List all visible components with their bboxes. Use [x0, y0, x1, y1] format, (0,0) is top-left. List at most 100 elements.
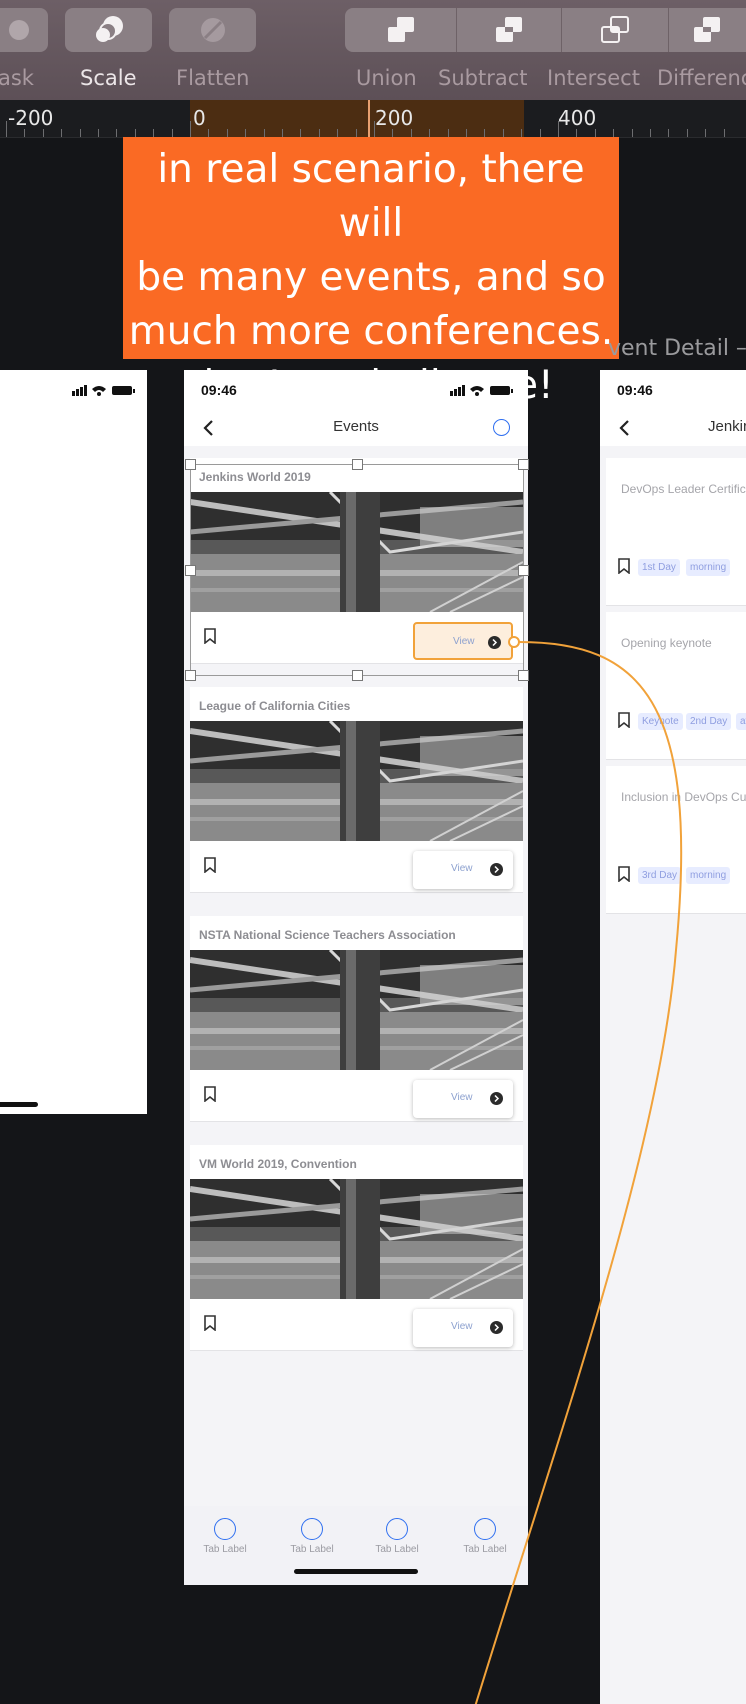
- difference-button[interactable]: [668, 8, 746, 52]
- bookmark-icon[interactable]: [204, 1315, 216, 1332]
- ruler-tick: [245, 129, 247, 137]
- events-artboard[interactable]: 09:46 Events Jenkins World 2019 View Lea…: [184, 370, 528, 1585]
- ruler-label: 400: [558, 106, 597, 130]
- arrow-circle-icon: [488, 636, 501, 649]
- arrow-circle-icon: [490, 863, 503, 876]
- bookmark-button[interactable]: [618, 558, 630, 579]
- event-card[interactable]: NSTA National Science Teachers Associati…: [190, 916, 523, 1122]
- bookmark-icon[interactable]: [618, 558, 630, 575]
- ruler-tick: [134, 129, 136, 137]
- status-bar: 09:46: [184, 370, 528, 410]
- ruler-tick: [24, 129, 26, 137]
- annotation-line: in real scenario, there will: [157, 147, 585, 246]
- bookmark-icon[interactable]: [618, 712, 630, 729]
- bookmark-icon[interactable]: [204, 1086, 216, 1103]
- ruler-tick: [631, 129, 633, 137]
- status-time: 09:46: [201, 382, 237, 398]
- view-button[interactable]: View: [413, 1080, 513, 1118]
- page-title: Jenkir: [708, 418, 746, 435]
- intersect-button[interactable]: [561, 8, 668, 52]
- event-image: [190, 721, 523, 841]
- view-label: View: [451, 1321, 473, 1332]
- ruler-tick: [208, 129, 210, 137]
- scale-button[interactable]: [65, 8, 152, 52]
- ruler-tick: [723, 129, 725, 137]
- tab-circle-icon: [474, 1518, 496, 1540]
- view-button[interactable]: View: [413, 851, 513, 889]
- view-arrow: [490, 1092, 503, 1110]
- view-button[interactable]: View: [413, 1309, 513, 1347]
- left-artboard[interactable]: [0, 370, 147, 1114]
- event-photo: [190, 492, 523, 612]
- back-chevron-icon[interactable]: [618, 419, 630, 437]
- tab-circle-icon: [386, 1518, 408, 1540]
- session-tag: 2nd Day: [686, 713, 732, 730]
- bookmark-icon[interactable]: [204, 628, 216, 645]
- ruler-tick: [502, 129, 504, 137]
- status-icons: [72, 385, 135, 396]
- home-indicator: [294, 1569, 418, 1574]
- ruler-midline: [368, 100, 370, 138]
- tab-3[interactable]: Tab Label: [362, 1518, 432, 1555]
- event-card[interactable]: Jenkins World 2019 View: [190, 458, 523, 664]
- union-icon: [387, 17, 414, 42]
- event-photo: [190, 1179, 523, 1299]
- ruler-tick: [594, 129, 596, 137]
- session-card[interactable]: Inclusion in DevOps Cu 3rd Day morning: [606, 766, 746, 914]
- tab-label: Tab Label: [290, 1544, 334, 1555]
- events-list[interactable]: Jenkins World 2019 View League of Califo…: [184, 446, 528, 1506]
- subtract-button[interactable]: [456, 8, 561, 52]
- mask-button[interactable]: [0, 8, 48, 52]
- view-button[interactable]: View: [413, 622, 513, 660]
- bookmark-button[interactable]: [204, 857, 216, 878]
- ruler-label: 200: [375, 106, 414, 130]
- status-icons: [450, 385, 513, 396]
- ruler-tick: [521, 129, 523, 137]
- session-tag: Keynote: [638, 713, 683, 730]
- ruler-tick: [79, 129, 81, 137]
- bookmark-button[interactable]: [204, 1315, 216, 1336]
- sessions-list[interactable]: DevOps Leader Certific 1st Day morning Op…: [600, 446, 746, 1704]
- event-image: [190, 950, 523, 1070]
- tab-1[interactable]: Tab Label: [190, 1518, 260, 1555]
- nav-action-circle-icon[interactable]: [493, 419, 510, 436]
- session-tag: 1st Day: [638, 559, 680, 576]
- bookmark-button[interactable]: [618, 866, 630, 887]
- view-arrow: [488, 636, 501, 654]
- tab-2[interactable]: Tab Label: [277, 1518, 347, 1555]
- event-title: VM World 2019, Convention: [199, 1157, 357, 1171]
- flatten-button[interactable]: [169, 8, 256, 52]
- artboard-title-event-detail[interactable]: vent Detail –: [608, 336, 746, 361]
- session-card[interactable]: Opening keynote Keynote2nd Dayaf: [606, 612, 746, 760]
- view-label: View: [453, 636, 475, 647]
- event-card[interactable]: VM World 2019, Convention View: [190, 1145, 523, 1351]
- tab-4[interactable]: Tab Label: [450, 1518, 520, 1555]
- annotation-banner: in real scenario, there will be many eve…: [123, 137, 619, 408]
- session-tag: 3rd Day: [638, 867, 682, 884]
- horizontal-ruler[interactable]: -200 0 200 400: [0, 100, 746, 138]
- subtract-label: Subtract: [438, 66, 528, 90]
- mask-icon: [9, 20, 29, 40]
- ruler-tick: [337, 129, 339, 137]
- view-arrow: [490, 1321, 503, 1339]
- bookmark-button[interactable]: [618, 712, 630, 733]
- ruler-tick: [171, 129, 173, 137]
- bookmark-icon[interactable]: [204, 857, 216, 874]
- ruler-tick: [98, 129, 99, 137]
- event-card[interactable]: League of California Cities View: [190, 687, 523, 893]
- bookmark-icon[interactable]: [618, 866, 630, 883]
- bookmark-button[interactable]: [204, 1086, 216, 1107]
- scale-label: Scale: [80, 66, 137, 90]
- union-label: Union: [356, 66, 417, 90]
- bookmark-button[interactable]: [204, 628, 216, 649]
- ruler-tick: [263, 129, 265, 137]
- union-button[interactable]: [345, 8, 456, 52]
- view-arrow: [490, 863, 503, 881]
- mask-label: ask: [0, 66, 34, 90]
- event-image: [190, 1179, 523, 1299]
- session-card[interactable]: DevOps Leader Certific 1st Day morning: [606, 458, 746, 606]
- ruler-tick: [447, 129, 449, 137]
- event-detail-artboard[interactable]: 09:46 Jenkir DevOps Leader Certific 1st …: [600, 370, 746, 1704]
- home-indicator: [0, 1102, 38, 1107]
- event-photo: [190, 950, 523, 1070]
